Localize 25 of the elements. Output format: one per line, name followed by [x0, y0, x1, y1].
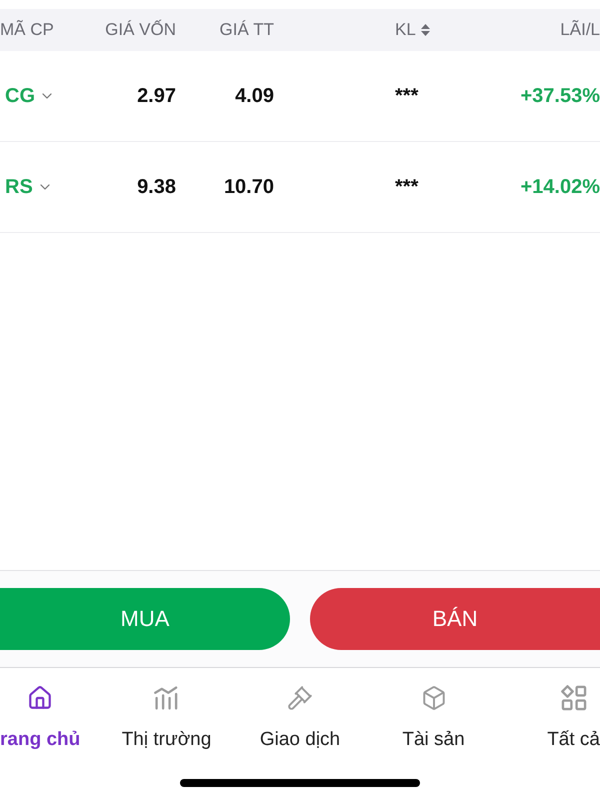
- sell-button[interactable]: BÁN: [310, 588, 600, 650]
- column-header: GIÁ TT: [220, 20, 274, 40]
- cube-icon: [420, 685, 446, 711]
- tab-bar-item[interactable]: Thị trường: [122, 685, 212, 751]
- column-header: GIÁ VỐN: [105, 20, 176, 40]
- table-cell: +14.02%: [520, 176, 600, 198]
- table-cell: 10.70: [224, 176, 274, 198]
- table-cell: 4.09: [235, 84, 274, 108]
- table-cell: +37.53%: [520, 84, 600, 108]
- column-header: LÃI/L: [560, 20, 600, 40]
- tab-bar-item[interactable]: Giao dịch: [260, 685, 340, 751]
- column-header: MÃ CP: [0, 20, 54, 40]
- bar-chart-icon: [154, 685, 180, 711]
- home-icon: [27, 685, 54, 711]
- grid-icon: [560, 685, 587, 711]
- table-cell: 2.97: [137, 84, 176, 108]
- gavel-icon: [287, 685, 313, 711]
- table-cell: 9.38: [137, 176, 176, 198]
- tab-bar-item[interactable]: Tài sản: [402, 685, 465, 751]
- tab-bar-item[interactable]: rang chủ: [0, 685, 80, 751]
- sort-icon[interactable]: [420, 24, 430, 36]
- tab-bar-item[interactable]: Tất cả: [547, 685, 600, 751]
- table-cell: ***: [395, 84, 418, 108]
- table-cell: ***: [395, 176, 418, 198]
- column-header: KL: [395, 20, 416, 40]
